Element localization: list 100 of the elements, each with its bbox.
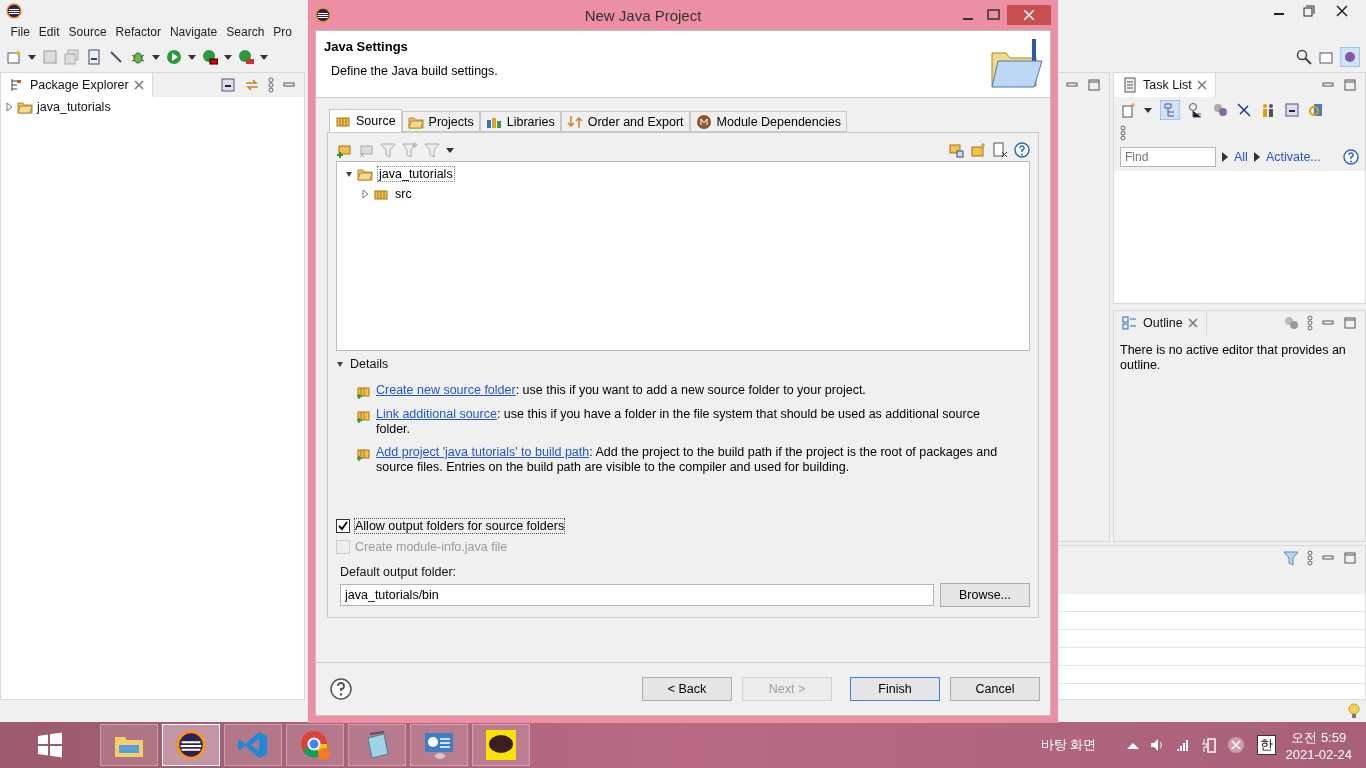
filter-icon[interactable]: [1283, 550, 1299, 566]
show-hidden-icons-icon[interactable]: [1126, 741, 1139, 749]
outline-icon: [1122, 315, 1138, 331]
link-source-icon[interactable]: [948, 142, 964, 158]
open-perspective-icon[interactable]: [1318, 49, 1334, 65]
add-folder-icon[interactable]: [336, 142, 352, 158]
collapse-all-icon[interactable]: [220, 77, 236, 93]
menu-item[interactable]: Pro: [268, 25, 297, 39]
tab[interactable]: Module Dependencies: [689, 111, 847, 132]
people-icon[interactable]: [1260, 102, 1276, 118]
filter-link[interactable]: All: [1234, 150, 1248, 164]
dialog-button[interactable]: < Back: [642, 677, 732, 701]
view-menu-icon[interactable]: [1120, 125, 1126, 141]
view-title[interactable]: Outline: [1143, 316, 1183, 330]
caret-icon[interactable]: [446, 146, 454, 154]
maximize-icon[interactable]: [1343, 78, 1357, 92]
output-folder-field[interactable]: java_tutorials/bin: [340, 584, 934, 606]
dialog-button[interactable]: Cancel: [950, 677, 1040, 701]
focus-icon[interactable]: [1283, 315, 1299, 331]
action-link[interactable]: Create new source folder: [376, 383, 516, 397]
debug-icon[interactable]: [130, 49, 146, 65]
page-description: Define the Java build settings.: [330, 64, 499, 78]
desktop-toolbar-label[interactable]: 바탕 화면: [1040, 736, 1097, 754]
hide-completed-icon[interactable]: [1236, 102, 1252, 118]
caret-icon[interactable]: [152, 53, 160, 61]
binary-document-icon[interactable]: [86, 49, 102, 65]
search-icon[interactable]: [1296, 49, 1312, 65]
control-panel-icon: [423, 730, 455, 760]
focus-icon[interactable]: [1212, 102, 1228, 118]
task-list-icon: [1122, 77, 1138, 93]
expand-toggle-icon[interactable]: [361, 189, 369, 199]
scheduled-icon[interactable]: [1188, 102, 1204, 118]
caret-icon[interactable]: [260, 53, 268, 61]
remove-entry-icon[interactable]: [992, 142, 1008, 158]
categorized-icon[interactable]: [1160, 100, 1180, 120]
java-perspective-icon[interactable]: [1340, 47, 1360, 67]
tree-item[interactable]: java_tutorials: [37, 100, 111, 114]
details-label[interactable]: Details: [350, 357, 389, 371]
expand-toggle-icon[interactable]: [336, 359, 344, 369]
run-tools-icon[interactable]: [238, 49, 254, 65]
browse-button[interactable]: Browse...: [940, 583, 1030, 607]
checkbox-label[interactable]: Allow output folders for source folders: [354, 517, 566, 534]
clock-time[interactable]: 오전 5:59: [1291, 728, 1347, 747]
tab[interactable]: Libraries: [479, 111, 561, 132]
link-editor-icon[interactable]: [244, 77, 260, 93]
run-icon[interactable]: [166, 49, 182, 65]
view-menu-icon[interactable]: [268, 77, 274, 93]
maximize-icon[interactable]: [1343, 316, 1357, 330]
maximize-icon[interactable]: [1087, 78, 1101, 92]
start-icon[interactable]: [37, 732, 63, 758]
close-button[interactable]: [1007, 5, 1051, 25]
detail-description: Link additional source: use this if you have a folder in the file system that should be used as additional source folder.: [376, 407, 981, 437]
battery-icon[interactable]: [1200, 737, 1217, 753]
checkbox[interactable]: [336, 518, 350, 533]
new-task-icon[interactable]: [1120, 102, 1136, 118]
view-menu-icon[interactable]: [1307, 550, 1313, 566]
collapse-all-icon[interactable]: [1284, 102, 1300, 118]
caret-icon[interactable]: [188, 53, 196, 61]
error-icon[interactable]: [1226, 736, 1245, 754]
help-icon[interactable]: [1343, 149, 1359, 165]
volume-icon[interactable]: [1148, 737, 1165, 753]
caret-icon[interactable]: [28, 53, 36, 61]
sync-icon[interactable]: [1308, 102, 1324, 118]
tree-item[interactable]: src: [393, 186, 414, 202]
view-menu-icon[interactable]: [1307, 315, 1313, 331]
menu-item[interactable]: Source: [64, 25, 112, 39]
field-label: Default output folder:: [339, 565, 458, 579]
filter-link[interactable]: Activate...: [1265, 150, 1321, 164]
tree-item[interactable]: java_tutorials: [377, 166, 455, 182]
menu-item[interactable]: Navigate: [165, 25, 222, 39]
taskbar-app[interactable]: [162, 724, 220, 766]
help-icon[interactable]: [330, 678, 352, 700]
clock-date[interactable]: 2021-02-24: [1285, 746, 1352, 762]
expand-toggle-icon[interactable]: [5, 102, 13, 112]
maximize-icon[interactable]: [1343, 551, 1357, 565]
menu-item[interactable]: Refactor: [111, 25, 166, 39]
eclipse-logo-icon: [315, 7, 331, 23]
input-method-indicator[interactable]: 한: [1256, 735, 1276, 755]
tab[interactable]: Order and Export: [560, 111, 690, 132]
menu-item[interactable]: Search: [221, 25, 269, 39]
dialog-button[interactable]: Finish: [850, 677, 940, 701]
taskbar-app[interactable]: [472, 724, 530, 766]
new-file-icon[interactable]: [6, 49, 22, 65]
tab[interactable]: Projects: [401, 111, 480, 132]
caret-icon[interactable]: [1144, 106, 1152, 114]
new-source-folder-icon[interactable]: [970, 142, 986, 158]
tip-icon[interactable]: [1346, 703, 1362, 719]
expand-toggle-icon[interactable]: [345, 169, 353, 179]
caret-icon[interactable]: [224, 53, 232, 61]
signal-icon[interactable]: [1174, 737, 1191, 753]
module-icon: [695, 113, 712, 130]
tab[interactable]: Source: [329, 109, 402, 132]
run-coverage-icon[interactable]: [202, 49, 218, 65]
menu-item[interactable]: Edit: [34, 25, 65, 39]
find-field[interactable]: Find: [1120, 147, 1216, 167]
remove-folder-icon[interactable]: [358, 142, 374, 158]
action-link[interactable]: Link additional source: [376, 407, 497, 421]
arrow-icon: [1222, 152, 1228, 162]
help-icon[interactable]: [1014, 142, 1030, 158]
menu-item[interactable]: File: [6, 25, 35, 39]
